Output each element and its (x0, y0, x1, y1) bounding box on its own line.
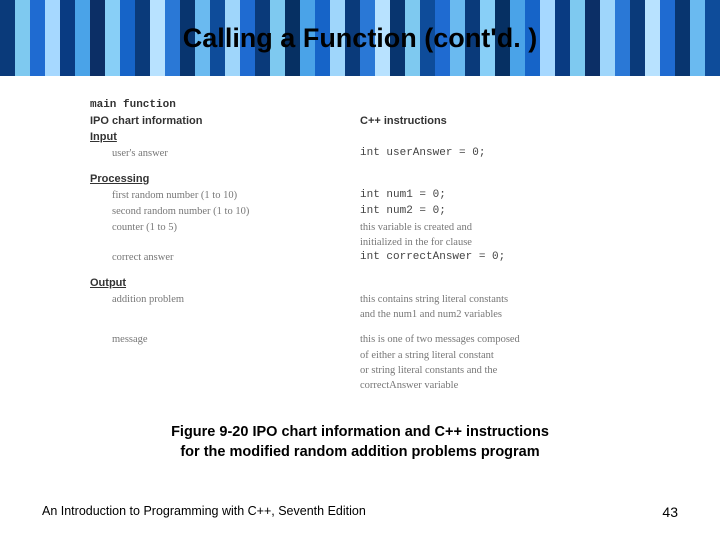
proc-code-3: int correctAnswer = 0; (360, 250, 630, 266)
caption-line-1: Figure 9-20 IPO chart information and C+… (90, 423, 630, 443)
input-item: user's answer (90, 146, 360, 162)
proc-item-1: first random number (1 to 10) (90, 188, 360, 204)
out-note-2b: of either a string literal constant (360, 348, 630, 363)
caption-line-2: for the modified random addition problem… (90, 443, 630, 463)
proc-code-2: int num2 = 0; (360, 204, 630, 220)
input-heading: Input (90, 130, 630, 146)
proc-note-1b: initialized in the for clause (360, 235, 630, 250)
out-note-2d: correctAnswer variable (360, 378, 630, 393)
slide-title: Calling a Function (cont'd. ) (183, 23, 537, 54)
figure-caption: Figure 9-20 IPO chart information and C+… (90, 423, 630, 462)
proc-note-1a: this variable is created and (360, 220, 630, 235)
proc-item-2: second random number (1 to 10) (90, 204, 360, 220)
out-note-2a: this is one of two messages composed (360, 332, 630, 347)
output-heading: Output (90, 276, 630, 292)
main-function-label: main function (90, 98, 360, 114)
footer-text: An Introduction to Programming with C++,… (42, 504, 366, 520)
proc-code-1: int num1 = 0; (360, 188, 630, 204)
proc-item-3: counter (1 to 5) (90, 220, 360, 235)
slide-title-banner: Calling a Function (cont'd. ) (0, 0, 720, 76)
slide-footer: An Introduction to Programming with C++,… (0, 504, 720, 520)
input-code: int userAnswer = 0; (360, 146, 630, 162)
cpp-instructions-label: C++ instructions (360, 114, 630, 130)
proc-item-4: correct answer (90, 250, 360, 266)
out-note-1b: and the num1 and num2 variables (360, 307, 630, 322)
out-item-2: message (90, 332, 360, 347)
processing-heading: Processing (90, 172, 630, 188)
out-note-1a: this contains string literal constants (360, 292, 630, 307)
page-number: 43 (662, 504, 678, 520)
out-item-1: addition problem (90, 292, 360, 307)
ipo-chart-label: IPO chart information (90, 114, 360, 130)
out-note-2c: or string literal constants and the (360, 363, 630, 378)
slide-body: main function IPO chart information C++ … (0, 76, 720, 462)
